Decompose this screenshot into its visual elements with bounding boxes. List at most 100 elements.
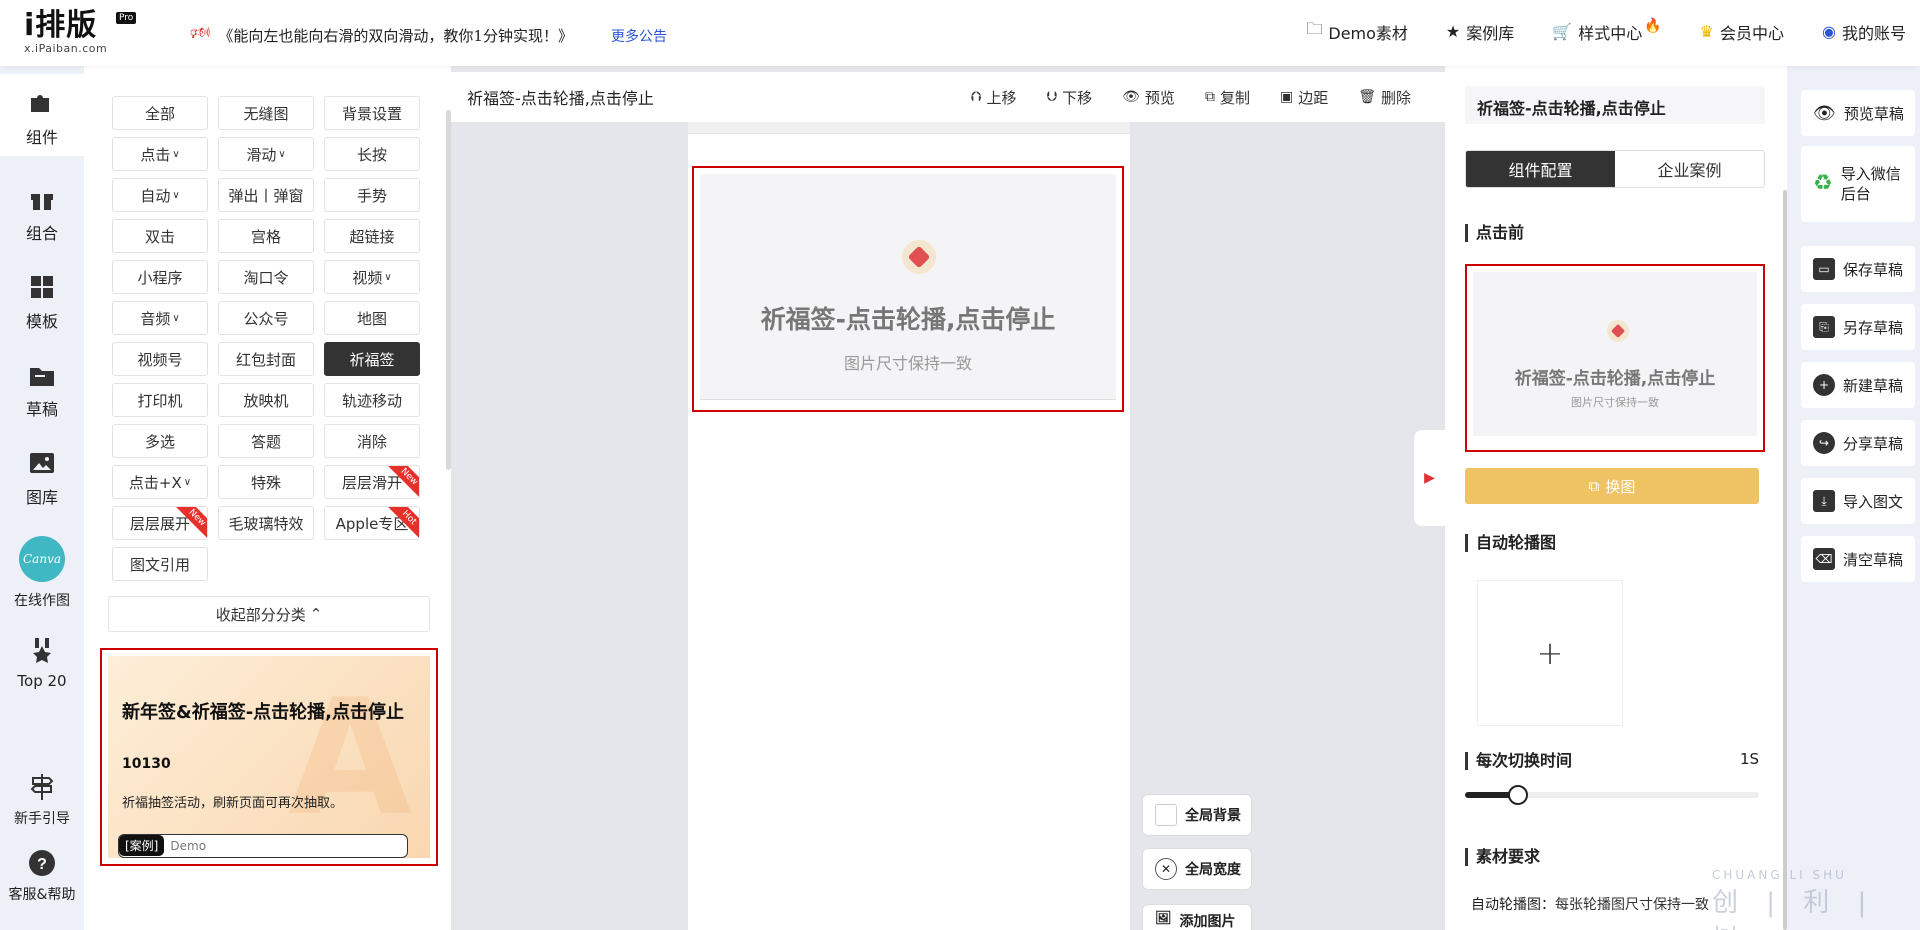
sidebar-item-gallery[interactable]: 图库 [0,448,84,508]
category-button[interactable]: 消除 [324,424,420,458]
clear-draft-button[interactable]: ⌫ 清空草稿 [1801,536,1915,582]
category-button[interactable]: 淘口令 [218,260,314,294]
panel-toggle-tab[interactable]: ▶ [1414,430,1445,526]
category-button[interactable]: 音频 ∨ [112,301,208,335]
category-button[interactable]: 特殊 [218,465,314,499]
category-button[interactable]: 层层展开 New [112,506,208,540]
nav-cases[interactable]: ★ 案例库 [1446,18,1514,45]
fire-icon: 🔥 [1644,17,1662,34]
add-image-button[interactable]: 🖼 添加图片 [1142,904,1252,930]
category-button[interactable]: 红包封面 [218,342,314,376]
selected-component[interactable]: 祈福签-点击轮播,点击停止 图片尺寸保持一致 [692,166,1124,412]
category-button[interactable]: 宫格 [218,219,314,253]
category-button[interactable]: 祈福签 [324,342,420,376]
share-draft-button[interactable]: ↪ 分享草稿 [1801,420,1915,466]
save-as-draft-button[interactable]: ⎘ 另存草稿 [1801,304,1915,350]
copy-button[interactable]: ⧉ 复制 [1205,87,1250,108]
sidebar-item-guide[interactable]: 新手引导 [0,772,84,828]
category-button[interactable]: 全部 [112,96,208,130]
import-article-button[interactable]: ⤓ 导入图文 [1801,478,1915,524]
global-width-button[interactable]: ✕ 全局宽度 [1142,848,1252,890]
category-button[interactable]: 弹出丨弹窗 [218,178,314,212]
import-wechat-button[interactable]: ♻ 导入微信后台 [1801,146,1915,222]
collapse-categories-button[interactable]: 收起部分分类 ⌃ [108,596,430,632]
slider-handle[interactable] [1507,785,1528,805]
category-button[interactable]: 层层滑开 New [324,465,420,499]
image-icon: 🖼 [1155,911,1172,926]
nav-demo-label: Demo素材 [1328,23,1408,43]
category-button[interactable]: 双击 [112,219,208,253]
promo-tag[interactable]: [案例] Demo [118,834,408,858]
tab-component-config[interactable]: 组件配置 [1466,151,1615,187]
sidebar-item-templates[interactable]: 模板 [0,272,84,332]
help-icon: ? [29,850,55,876]
category-button[interactable]: Apple专区 Hot [324,506,420,540]
category-button[interactable]: 超链接 [324,219,420,253]
margin-button[interactable]: ▣ 边距 [1280,87,1328,108]
sidebar-label-templates: 模板 [25,312,58,331]
preview-draft-button[interactable]: 👁 预览草稿 [1801,90,1915,136]
logo-domain: x.iPaiban.com [24,42,108,55]
promo-title: 新年签&祈福签-点击轮播,点击停止 [122,702,405,723]
promo-card[interactable]: A 新年签&祈福签-点击轮播,点击停止 10130 祈福抽签活动，刷新页面可再次… [100,648,438,866]
category-button[interactable]: 视频 ∨ [324,260,420,294]
sync-icon: ♻ [1813,171,1833,196]
nav-account-label: 我的账号 [1841,23,1906,43]
swap-image-button[interactable]: ⧉ 换图 [1465,468,1759,504]
nav-demo[interactable]: 🗀 Demo素材 [1306,18,1408,45]
category-label: 地图 [356,309,387,328]
delete-button[interactable]: 🗑 删除 [1358,87,1411,108]
tab-enterprise-cases[interactable]: 企业案例 [1615,151,1764,187]
interval-slider[interactable] [1465,785,1759,805]
save-draft-button[interactable]: ▭ 保存草稿 [1801,246,1915,292]
nav-account[interactable]: ◉ 我的账号 [1822,18,1906,45]
category-button[interactable]: 打印机 [112,383,208,417]
sidebar-item-online-design[interactable]: Canva 在线作图 [0,536,84,610]
announcement-text[interactable]: 《能向左也能向右滑的双向滑动，教你1分钟实现！》 [218,25,573,46]
sidebar-item-help[interactable]: ? 客服&帮助 [0,848,84,904]
sidebar-item-components[interactable]: 组件 [0,74,84,156]
nav-styles[interactable]: 🛒 样式中心 🔥 [1552,18,1661,45]
category-label: 祈福签 [349,350,395,369]
category-button[interactable]: 背景设置 [324,96,420,130]
category-button[interactable]: 视频号 [112,342,208,376]
category-button[interactable]: 地图 [324,301,420,335]
category-button[interactable]: 手势 [324,178,420,212]
sidebar-item-combos[interactable]: 组合 [0,184,84,244]
category-button[interactable]: 毛玻璃特效 [218,506,314,540]
signpost-icon [30,774,54,800]
category-label: 弹出丨弹窗 [228,186,304,205]
category-button[interactable]: 滑动 ∨ [218,137,314,171]
category-button[interactable]: 图文引用 [112,547,208,581]
preview-button[interactable]: 👁 预览 [1122,87,1175,108]
category-button[interactable]: 小程序 [112,260,208,294]
global-background-button[interactable]: 全局背景 [1142,794,1252,836]
nav-member[interactable]: ♛ 会员中心 [1700,18,1784,45]
before-click-image[interactable]: 祈福签-点击轮播,点击停止 图片尺寸保持一致 [1465,264,1765,452]
logo[interactable]: i排版 Pro x.iPaiban.com [24,10,137,55]
category-button[interactable]: 点击 ∨ [112,137,208,171]
more-announcements-link[interactable]: 更多公告 [611,26,667,46]
sidebar-item-drafts[interactable]: 草稿 [0,360,84,420]
category-button[interactable]: 自动 ∨ [112,178,208,212]
new-draft-button[interactable]: + 新建草稿 [1801,362,1915,408]
category-label: 视频号 [137,350,183,369]
category-button[interactable]: 长按 [324,137,420,171]
sidebar-label-guide: 新手引导 [14,811,70,827]
category-button[interactable]: 答题 [218,424,314,458]
sidebar-item-top20[interactable]: Top 20 [0,636,84,690]
move-up-button[interactable]: ⮉ 上移 [971,87,1017,108]
category-button[interactable]: 轨迹移动 [324,383,420,417]
category-button[interactable]: 放映机 [218,383,314,417]
add-carousel-image-button[interactable]: + [1477,580,1623,726]
category-button[interactable]: 无缝图 [218,96,314,130]
category-label: 滑动 [246,145,277,164]
category-button[interactable]: 多选 [112,424,208,458]
triangle-right-icon: ▶ [1424,470,1435,486]
category-button[interactable]: 点击+X ∨ [112,465,208,499]
gift-icon [31,190,53,210]
category-button[interactable]: 公众号 [218,301,314,335]
margin-icon: ▣ [1279,89,1294,105]
move-down-button[interactable]: ⮋ 下移 [1046,87,1092,108]
top-header: i排版 Pro x.iPaiban.com 🕬 《能向左也能向右滑的双向滑动，教… [0,0,1920,66]
